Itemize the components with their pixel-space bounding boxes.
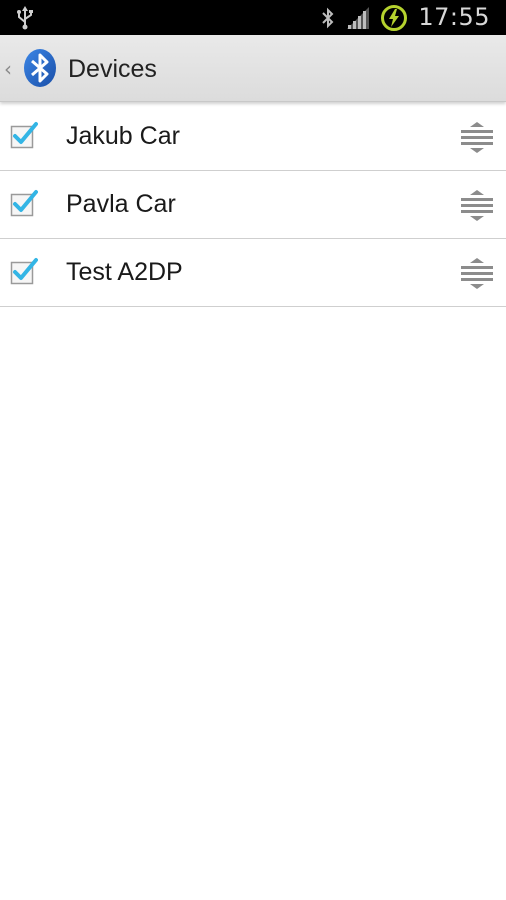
usb-icon — [17, 6, 33, 30]
device-checkbox[interactable] — [10, 121, 38, 149]
drag-handle-icon[interactable] — [460, 121, 494, 153]
device-name: Pavla Car — [66, 190, 176, 218]
bluetooth-logo-icon — [24, 49, 56, 87]
drag-handle-icon[interactable] — [460, 257, 494, 289]
signal-icon — [347, 6, 370, 29]
up-home-button[interactable]: ‹ — [0, 35, 62, 101]
status-bar: 17:55 — [0, 0, 506, 35]
device-checkbox[interactable] — [10, 257, 38, 285]
bluetooth-icon — [322, 7, 334, 28]
device-name: Test A2DP — [66, 258, 183, 286]
list-item[interactable]: Jakub Car — [0, 103, 506, 171]
battery-charging-icon — [381, 4, 408, 31]
action-bar: ‹ Devices — [0, 35, 506, 102]
page-title: Devices — [68, 55, 157, 83]
clock: 17:55 — [418, 3, 490, 31]
chevron-left-icon: ‹ — [4, 57, 12, 81]
list-item[interactable]: Test A2DP — [0, 239, 506, 307]
device-list: Jakub Car Pavla Car Test A2DP — [0, 103, 506, 307]
status-icons: 17:55 — [320, 0, 490, 35]
device-name: Jakub Car — [66, 122, 180, 150]
drag-handle-icon[interactable] — [460, 189, 494, 221]
device-checkbox[interactable] — [10, 189, 38, 217]
list-item[interactable]: Pavla Car — [0, 171, 506, 239]
